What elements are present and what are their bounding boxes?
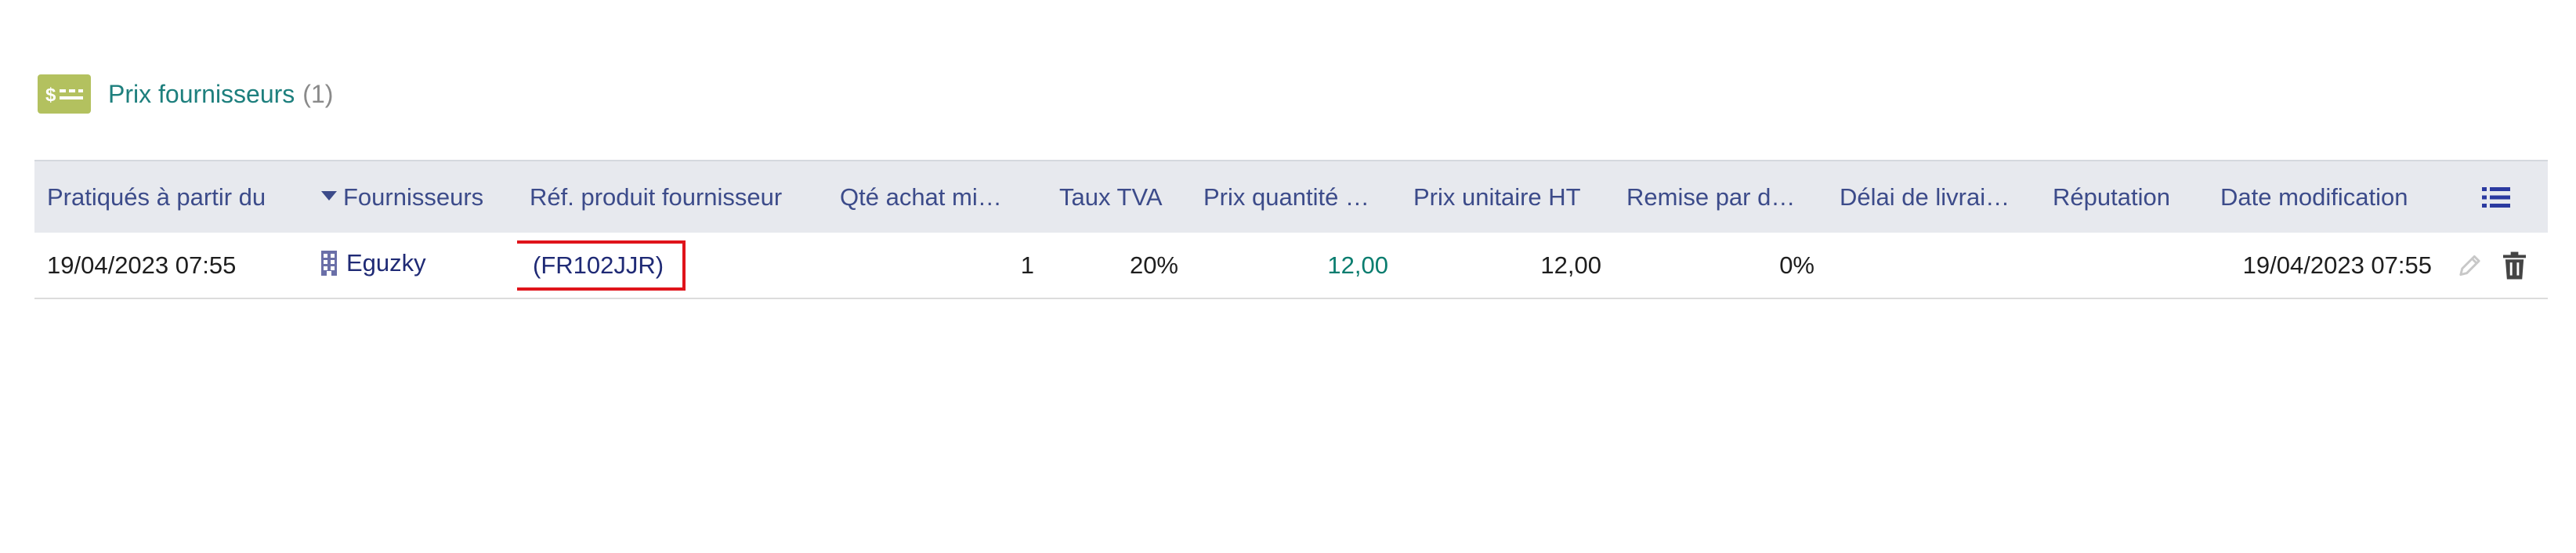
col-header-supplier[interactable]: Fournisseurs — [309, 161, 517, 233]
supplier-ref-highlight[interactable]: (FR102JJR) — [517, 240, 686, 291]
table-header-row: Pratiqués à partir du Fournisseurs Réf. … — [34, 161, 2548, 233]
section-header: $ Prix fournisseurs (1) — [38, 72, 333, 116]
supplier-link[interactable]: Eguzky — [321, 249, 426, 277]
col-header-vat-rate[interactable]: Taux TVA — [1047, 161, 1191, 233]
col-header-min-qty[interactable]: Qté achat mi… — [827, 161, 1047, 233]
column-selector[interactable] — [2444, 161, 2548, 233]
section-title[interactable]: Prix fournisseurs — [108, 80, 295, 109]
supplier-price-icon: $ — [38, 74, 91, 114]
delete-icon[interactable] — [2502, 251, 2526, 280]
cell-reputation — [2040, 233, 2208, 298]
building-icon — [321, 250, 337, 276]
cell-actions — [2444, 233, 2548, 298]
sort-desc-icon — [321, 191, 337, 201]
cell-vat-rate: 20% — [1129, 251, 1178, 279]
section-count: (1) — [302, 79, 334, 108]
table-row[interactable]: 19/04/2023 07:55 Eguzky (FR102JJR) 1 20%… — [34, 233, 2548, 298]
cell-unit-price: 12,00 — [1540, 251, 1601, 279]
cell-supplier-ref: (FR102JJR) — [517, 233, 827, 298]
svg-text:$: $ — [45, 85, 56, 106]
col-header-date-modified[interactable]: Date modification — [2208, 161, 2444, 233]
col-header-supplier-label: Fournisseurs — [343, 183, 484, 211]
supplier-name: Eguzky — [346, 248, 426, 276]
supplier-prices-table: Pratiqués à partir du Fournisseurs Réf. … — [34, 160, 2548, 299]
edit-icon[interactable] — [2457, 252, 2483, 279]
col-header-delivery-delay[interactable]: Délai de livrai… — [1827, 161, 2040, 233]
cell-date-modified: 19/04/2023 07:55 — [2242, 251, 2432, 279]
cell-delivery-delay — [1827, 233, 2040, 298]
cell-date-from: 19/04/2023 07:55 — [47, 251, 237, 279]
col-header-unit-price[interactable]: Prix unitaire HT — [1401, 161, 1614, 233]
cell-min-qty: 1 — [1020, 251, 1034, 279]
cell-supplier[interactable]: Eguzky — [309, 233, 517, 298]
col-header-qty-price[interactable]: Prix quantité … — [1191, 161, 1401, 233]
cell-qty-price: 12,00 — [1327, 251, 1388, 279]
col-header-date-from[interactable]: Pratiqués à partir du — [34, 161, 309, 233]
col-header-reputation[interactable]: Réputation — [2040, 161, 2208, 233]
list-icon[interactable] — [2482, 186, 2510, 209]
col-header-supplier-ref[interactable]: Réf. produit fournisseur — [517, 161, 827, 233]
cell-discount: 0% — [1779, 251, 1814, 279]
col-header-discount[interactable]: Remise par d… — [1614, 161, 1827, 233]
